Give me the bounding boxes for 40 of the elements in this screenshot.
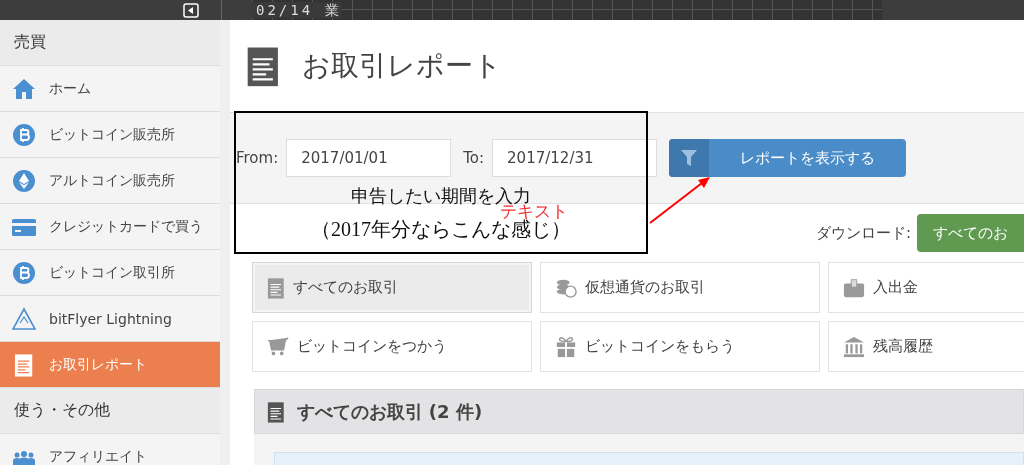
report-icon <box>14 352 34 377</box>
filter-icon <box>681 149 698 167</box>
date-text: 02/14 業 <box>252 2 342 18</box>
sidebar-item[interactable]: ホーム <box>0 66 220 112</box>
sidebar-item[interactable]: ビットコイン取引所 <box>0 250 220 296</box>
show-report-button[interactable]: レポートを表示する <box>669 139 907 177</box>
wallet-icon <box>843 276 865 299</box>
to-label: To: <box>463 149 485 167</box>
report-icon <box>246 45 280 87</box>
diamond-coin-icon <box>12 168 36 193</box>
report-icon <box>267 400 285 423</box>
mountain-icon <box>12 306 36 331</box>
sidebar-item[interactable]: アルトコイン販売所 <box>0 158 220 204</box>
bank-icon <box>843 335 865 358</box>
category-tile[interactable]: 残高履歴 <box>828 321 1024 372</box>
download-label: ダウンロード: <box>815 223 911 243</box>
category-tile[interactable]: すべてのお取引 <box>252 262 532 313</box>
from-date-field[interactable]: 2017/01/01 <box>286 139 452 177</box>
home-icon <box>12 76 36 101</box>
gift-icon <box>555 335 577 358</box>
bitcoin-icon <box>12 122 36 147</box>
from-label: From: <box>236 149 279 167</box>
bitcoin-icon <box>12 260 36 285</box>
cart-icon <box>267 335 289 358</box>
sidebar-heading: 使う・その他 <box>0 388 220 434</box>
sidebar-item[interactable]: クレジットカードで買う <box>0 204 220 250</box>
category-tile[interactable]: 仮想通貨のお取引 <box>540 262 820 313</box>
sidebar-heading: 売買 <box>0 20 220 66</box>
to-date-field[interactable]: 2017/12/31 <box>492 139 658 177</box>
panel-title: すべてのお取引 (2 件) <box>296 399 483 424</box>
page-title: お取引レポート <box>301 48 502 84</box>
sidebar-item[interactable]: ビットコイン販売所 <box>0 112 220 158</box>
collapse-button[interactable] <box>183 2 199 18</box>
sidebar-item[interactable]: アフィリエイト <box>0 434 220 465</box>
annotation-arrow <box>649 177 710 224</box>
category-tile[interactable]: ビットコインをつかう <box>252 321 532 372</box>
category-tile[interactable]: ビットコインをもらう <box>540 321 820 372</box>
report-icon <box>267 276 285 299</box>
annotation-text: （2017年分ならこんな感じ） <box>310 218 572 242</box>
category-tile[interactable]: 入出金 <box>828 262 1024 313</box>
